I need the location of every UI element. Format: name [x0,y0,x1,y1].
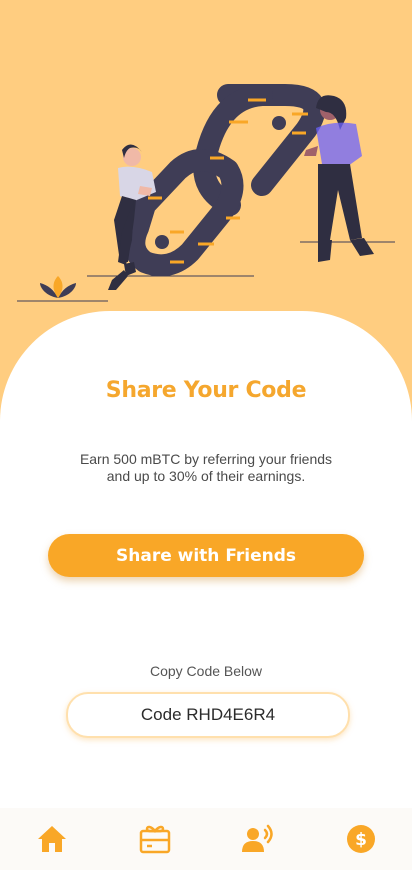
nav-home[interactable] [24,811,80,867]
dollar-coin-icon: $ [346,825,375,853]
nav-referral[interactable] [230,811,286,867]
referral-code-field[interactable]: Code RHD4E6R4 [66,692,350,738]
page-title: Share Your Code [105,378,307,403]
referral-illustration [17,84,395,302]
description-line-2: and up to 30% of their earnings. [106,468,306,484]
user-voice-icon [241,824,273,852]
nav-rewards[interactable] [127,811,183,867]
referral-description: Earn 500 mBTC by referring your friends … [56,451,356,485]
bottom-navigation: $ [0,808,412,870]
nav-earnings[interactable]: $ [333,811,389,867]
description-line-1: Earn 500 mBTC by referring your friends [79,451,333,467]
share-with-friends-button[interactable]: Share with Friends [48,534,364,577]
chain-link-icon [123,84,326,277]
home-icon [37,826,66,852]
copy-code-label: Copy Code Below [149,663,263,679]
plant-icon [40,276,76,298]
svg-text:$: $ [355,830,367,850]
gift-card-icon [139,825,170,854]
